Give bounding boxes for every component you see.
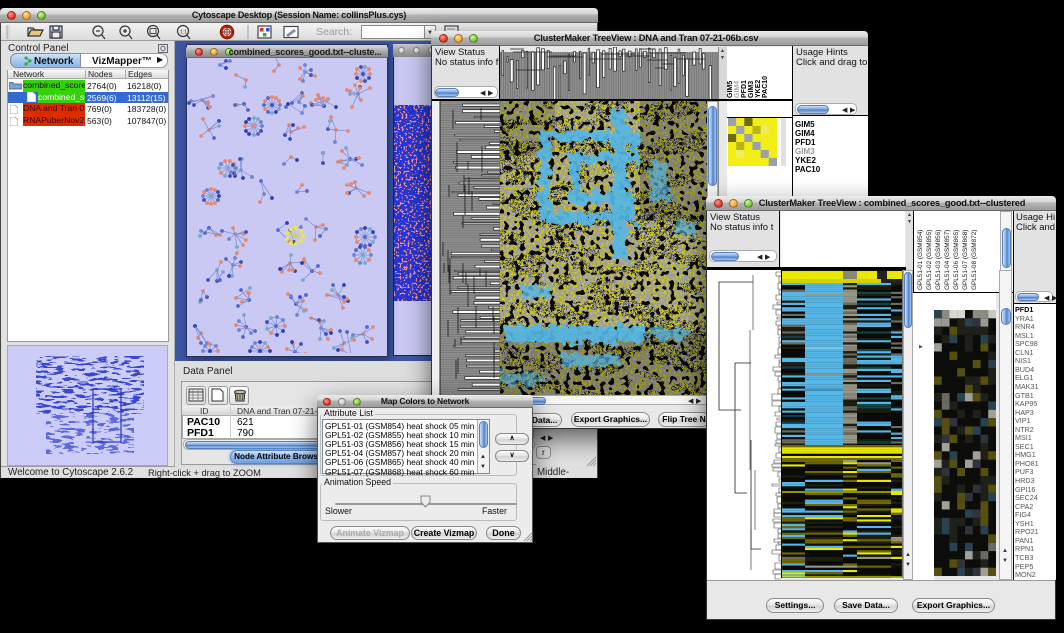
svg-text:GPL51-01 (GSM854): GPL51-01 (GSM854)	[917, 230, 924, 290]
svg-text:GIM3: GIM3	[748, 81, 755, 98]
svg-text:GPL51-06 (GSM865): GPL51-06 (GSM865)	[953, 230, 960, 290]
svg-text:GIM4: GIM4	[734, 81, 741, 98]
svg-text:PFD1: PFD1	[741, 80, 748, 98]
svg-text:YKE2: YKE2	[755, 80, 762, 98]
svg-text:GPL51-02 (GSM855): GPL51-02 (GSM855)	[926, 230, 933, 290]
svg-text:GIM5: GIM5	[727, 81, 734, 98]
svg-text:PAC10: PAC10	[762, 76, 769, 98]
svg-text:GPL51-04 (GSM857): GPL51-04 (GSM857)	[944, 230, 951, 290]
svg-text:GPL51-03 (GSM856): GPL51-03 (GSM856)	[935, 230, 942, 290]
svg-text:GPL51-08 (GSM872): GPL51-08 (GSM872)	[971, 230, 978, 290]
svg-text:1:1: 1:1	[180, 30, 187, 36]
svg-text:GPL51-07 (GSM868): GPL51-07 (GSM868)	[962, 230, 969, 290]
